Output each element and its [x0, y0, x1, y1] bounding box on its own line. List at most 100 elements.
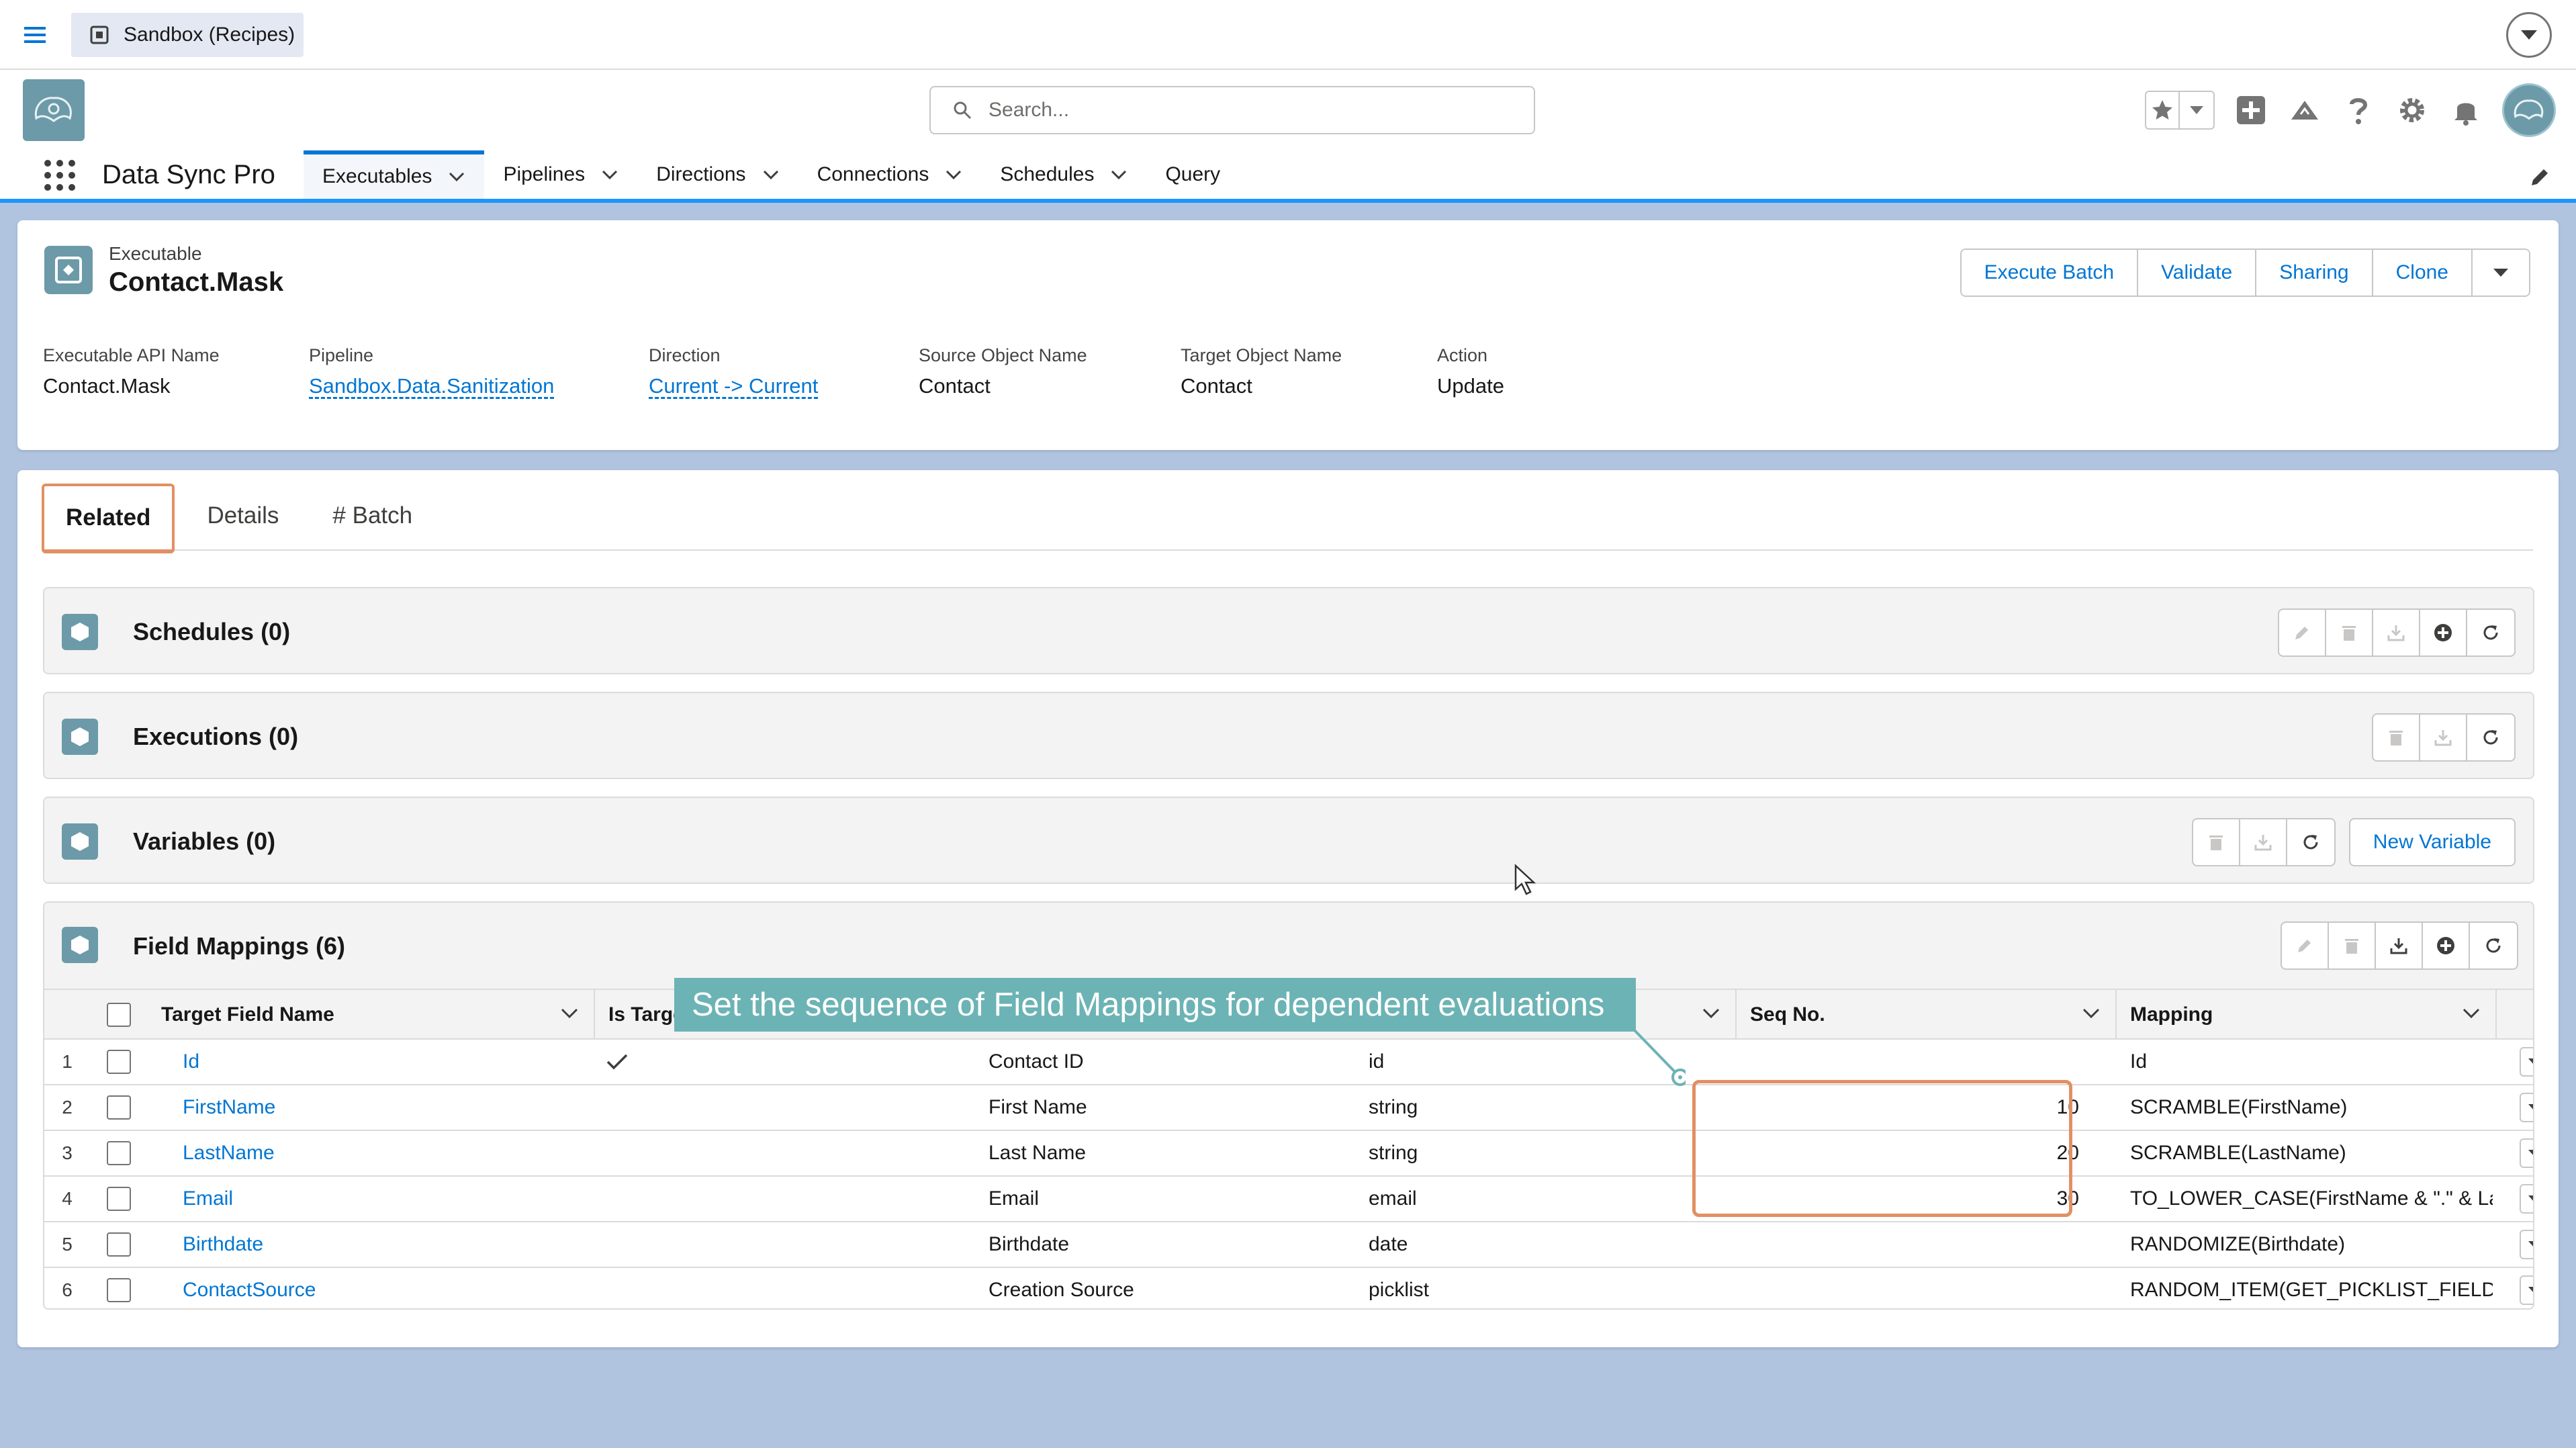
variables-title[interactable]: Variables (0) [133, 827, 275, 856]
row-number: 3 [62, 1142, 73, 1163]
download-icon[interactable] [2240, 819, 2287, 865]
row-checkbox[interactable] [107, 1232, 131, 1257]
chevron-down-icon[interactable] [762, 169, 780, 180]
search-input[interactable] [988, 99, 1512, 122]
target-field-link[interactable]: Email [183, 1177, 586, 1221]
schedules-title[interactable]: Schedules (0) [133, 618, 290, 646]
new-variable-button[interactable]: New Variable [2348, 818, 2516, 866]
table-row[interactable]: 1 Id Contact ID id Id [44, 1040, 2533, 1085]
refresh-icon[interactable] [2287, 819, 2334, 865]
help-icon[interactable] [2341, 93, 2376, 128]
field-mappings-title[interactable]: Field Mappings (6) [133, 932, 345, 960]
row-actions [2520, 1268, 2533, 1308]
add-circle-icon[interactable] [2420, 610, 2467, 655]
row-action-dropdown[interactable] [2520, 1093, 2533, 1122]
chevron-down-icon[interactable] [2082, 1007, 2101, 1020]
validate-button[interactable]: Validate [2138, 250, 2257, 296]
table-row[interactable]: 2 FirstName First Name string 10 SCRAMBL… [44, 1085, 2533, 1131]
clone-button[interactable]: Clone [2373, 250, 2473, 296]
edit-pencil-icon[interactable] [2279, 610, 2326, 655]
delete-trash-icon[interactable] [2193, 819, 2240, 865]
sharing-button[interactable]: Sharing [2256, 250, 2373, 296]
field-pipeline: Pipeline Sandbox.Data.Sanitization [309, 345, 649, 398]
row-checkbox[interactable] [107, 1050, 131, 1074]
table-row[interactable]: 6 ContactSource Creation Source picklist… [44, 1268, 2533, 1308]
row-action-dropdown[interactable] [2520, 1230, 2533, 1259]
row-action-dropdown[interactable] [2520, 1275, 2533, 1305]
row-action-dropdown[interactable] [2520, 1184, 2533, 1214]
chevron-down-icon[interactable] [2462, 1007, 2481, 1020]
hamburger-menu-icon[interactable] [21, 21, 48, 48]
more-actions-button[interactable] [2473, 250, 2529, 296]
target-field-link[interactable]: Birthdate [183, 1222, 586, 1267]
delete-trash-icon[interactable] [2326, 610, 2373, 655]
download-icon[interactable] [2420, 715, 2467, 760]
nav-item-query[interactable]: Query [1146, 150, 1239, 199]
nav-item-schedules[interactable]: Schedules [981, 150, 1146, 199]
add-circle-icon[interactable] [2423, 923, 2470, 968]
download-icon[interactable] [2376, 923, 2423, 968]
workspace-tab[interactable]: Sandbox (Recipes) [71, 13, 304, 57]
edit-pencil-icon[interactable] [2282, 923, 2329, 968]
row-action-dropdown[interactable] [2520, 1047, 2533, 1077]
target-field-link[interactable]: LastName [183, 1131, 586, 1175]
star-icon[interactable] [2146, 92, 2180, 128]
chevron-down-icon[interactable] [1110, 169, 1128, 180]
refresh-icon[interactable] [2467, 715, 2514, 760]
table-row[interactable]: 4 Email Email email 30 TO_LOWER_CASE(Fir… [44, 1177, 2533, 1222]
row-number: 4 [62, 1188, 73, 1209]
mapping-header[interactable]: Mapping [2117, 990, 2497, 1040]
seq-no-header[interactable]: Seq No. [1737, 990, 2117, 1040]
delete-trash-icon[interactable] [2373, 715, 2420, 760]
row-checkbox[interactable] [107, 1141, 131, 1165]
pipeline-link[interactable]: Sandbox.Data.Sanitization [309, 374, 649, 398]
header-label: Seq No. [1750, 1003, 1825, 1026]
chevron-down-icon[interactable] [1702, 1007, 1720, 1020]
chevron-down-icon[interactable] [448, 171, 465, 182]
user-avatar[interactable] [2502, 83, 2556, 137]
target-field-name-header[interactable]: Target Field Name [148, 990, 595, 1040]
edit-nav-pencil-icon[interactable] [2528, 165, 2552, 189]
target-field-link[interactable]: Id [183, 1040, 586, 1084]
table-row[interactable]: 3 LastName Last Name string 20 SCRAMBLE(… [44, 1131, 2533, 1177]
nav-item-pipelines[interactable]: Pipelines [484, 150, 637, 199]
refresh-icon[interactable] [2467, 610, 2514, 655]
row-number: 2 [62, 1097, 73, 1118]
select-all-checkbox[interactable] [107, 1003, 131, 1027]
gear-icon[interactable] [2395, 93, 2430, 128]
executions-title[interactable]: Executions (0) [133, 723, 298, 751]
row-action-dropdown[interactable] [2520, 1138, 2533, 1168]
target-field-link[interactable]: FirstName [183, 1085, 586, 1130]
tab-batch[interactable]: # Batch [311, 482, 434, 549]
download-icon[interactable] [2373, 610, 2420, 655]
delete-trash-icon[interactable] [2329, 923, 2376, 968]
chevron-down-icon[interactable] [601, 169, 618, 180]
callout-connector [1633, 1029, 1686, 1086]
chevron-down-icon[interactable] [560, 1007, 579, 1020]
mapping-cell: Id [2130, 1050, 2148, 1073]
execute-batch-button[interactable]: Execute Batch [1961, 250, 2139, 296]
row-checkbox[interactable] [107, 1187, 131, 1211]
nav-item-connections[interactable]: Connections [798, 150, 982, 199]
tab-related[interactable]: Related [42, 484, 175, 553]
refresh-icon[interactable] [2470, 923, 2517, 968]
tab-details[interactable]: Details [185, 482, 300, 549]
nav-item-label: Directions [656, 163, 746, 185]
org-logo[interactable] [23, 79, 85, 141]
global-search[interactable] [929, 86, 1535, 134]
trailhead-icon[interactable] [2287, 93, 2322, 128]
app-launcher-icon[interactable] [42, 157, 78, 193]
nav-item-executables[interactable]: Executables [304, 150, 485, 199]
nav-item-directions[interactable]: Directions [637, 150, 798, 199]
chevron-down-icon[interactable] [945, 169, 962, 180]
global-add-icon[interactable] [2234, 93, 2268, 128]
notification-bell-icon[interactable] [2448, 93, 2483, 128]
tab-overflow-dropdown[interactable] [2506, 12, 2552, 58]
table-row[interactable]: 5 Birthdate Birthdate date RANDOMIZE(Bir… [44, 1222, 2533, 1268]
favorites-dropdown-icon[interactable] [2180, 92, 2213, 128]
target-field-link[interactable]: ContactSource [183, 1268, 586, 1308]
row-checkbox[interactable] [107, 1278, 131, 1302]
direction-link[interactable]: Current -> Current [649, 374, 919, 398]
row-checkbox[interactable] [107, 1095, 131, 1120]
executable-record-icon [44, 246, 93, 294]
